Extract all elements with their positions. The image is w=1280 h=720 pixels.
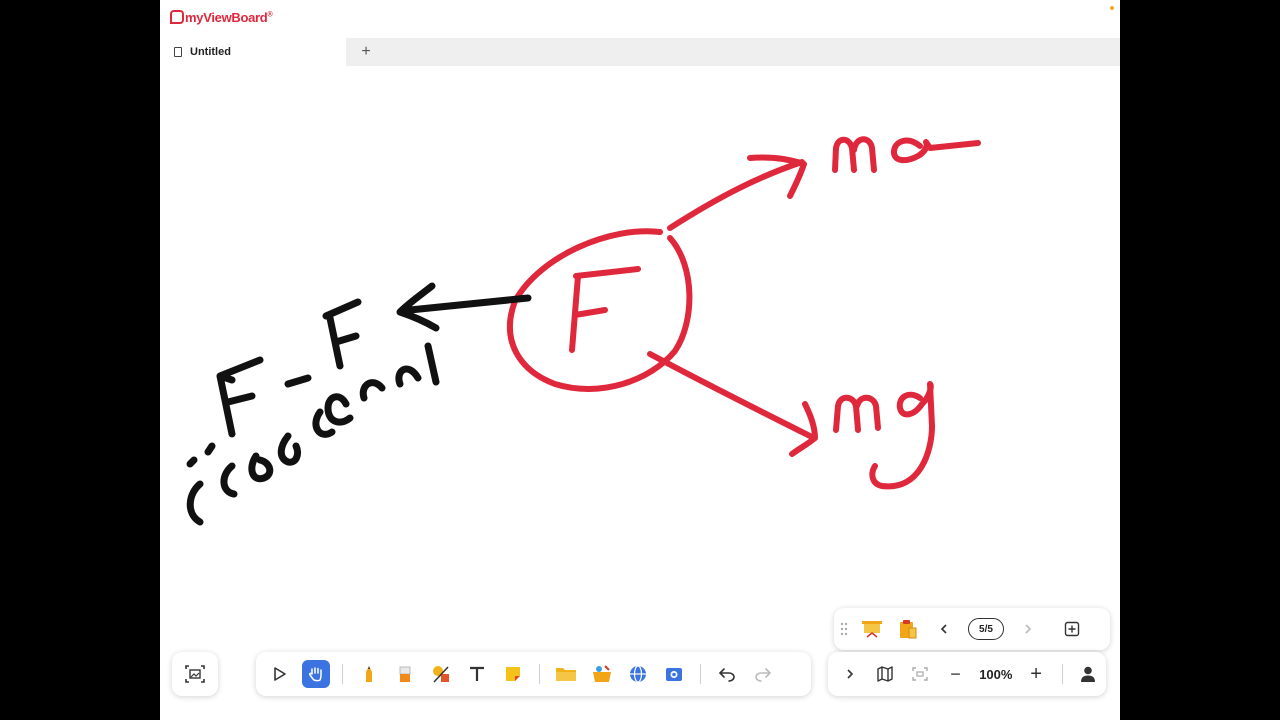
file-button[interactable] [552, 660, 580, 688]
title-bar: myViewBoard® [160, 0, 1120, 38]
select-arrow-icon [274, 667, 286, 681]
previous-page-button[interactable] [930, 615, 958, 643]
red-ink [507, 136, 981, 490]
camera-icon [666, 668, 682, 681]
whiteboard-window: myViewBoard® Untitled + 5/5 − 100% + [160, 0, 1120, 720]
expression-ff [216, 298, 362, 438]
logo-mark-icon [170, 10, 184, 24]
pen-tool-button[interactable] [355, 660, 383, 688]
tab-title: Untitled [190, 46, 231, 58]
label-ma [832, 136, 981, 173]
account-button[interactable] [1075, 660, 1102, 688]
user-icon [1081, 666, 1096, 682]
tab-untitled[interactable]: Untitled [160, 38, 346, 66]
chevron-right-icon [847, 669, 853, 679]
sticky-note-icon [506, 667, 520, 681]
image-frame-icon [185, 665, 205, 683]
app-logo: myViewBoard® [170, 10, 273, 25]
minimap-button[interactable] [871, 660, 898, 688]
page-indicator[interactable]: 5/5 [968, 618, 1004, 640]
arabic-motion [186, 432, 302, 526]
black-ink [186, 282, 532, 526]
fit-view-button[interactable] [181, 660, 209, 688]
camera-button[interactable] [660, 660, 688, 688]
eraser-icon [399, 666, 411, 682]
sticky-note-button[interactable] [499, 660, 527, 688]
brand-name: myViewBoard [185, 10, 268, 25]
map-icon [877, 666, 893, 682]
expand-panel-button[interactable] [836, 660, 863, 688]
zoom-out-button[interactable]: − [942, 660, 969, 688]
screen-capture-panel [172, 652, 218, 696]
new-tab-button[interactable]: + [356, 42, 376, 62]
chevron-left-icon [940, 624, 947, 634]
clipboard-button[interactable] [894, 615, 922, 643]
browser-button[interactable] [624, 660, 652, 688]
label-mg [833, 381, 935, 490]
page-navigation-panel: 5/5 [834, 608, 1110, 650]
toolbox-button[interactable] [588, 660, 616, 688]
text-tool-button[interactable] [463, 660, 491, 688]
fit-screen-icon [912, 667, 928, 681]
view-controls-panel: − 100% + [828, 652, 1106, 696]
window-status-dot [1110, 6, 1114, 10]
presentation-board-icon [862, 621, 882, 638]
folder-icon [556, 668, 576, 681]
text-t-icon [470, 666, 484, 681]
hand-tool-button[interactable] [302, 660, 330, 688]
arabic-friction [312, 342, 440, 438]
undo-button[interactable] [713, 660, 741, 688]
globe-icon [630, 665, 646, 683]
eraser-tool-button[interactable] [391, 660, 419, 688]
pen-icon [366, 666, 372, 682]
zoom-level: 100% [979, 666, 1013, 682]
zoom-in-button[interactable]: + [1022, 660, 1049, 688]
tab-bar: Untitled + [160, 38, 1120, 66]
letter-f-red [569, 266, 641, 353]
fit-screen-button[interactable] [907, 660, 934, 688]
clipboard-icon [900, 620, 917, 639]
document-icon [174, 47, 182, 57]
next-page-button[interactable] [1014, 615, 1042, 643]
toolbar-divider [539, 664, 540, 684]
plus-square-icon [1064, 621, 1080, 637]
drag-handle-icon[interactable] [840, 621, 848, 637]
brand-reg: ® [267, 11, 273, 19]
redo-button[interactable] [749, 660, 777, 688]
redo-icon [755, 668, 772, 682]
select-tool-button[interactable] [266, 660, 294, 688]
hand-icon [309, 667, 322, 682]
shape-tool-button[interactable] [427, 660, 455, 688]
undo-icon [718, 668, 735, 682]
shapes-icon [433, 666, 449, 683]
add-page-button[interactable] [1058, 615, 1086, 643]
chevron-right-icon [1025, 624, 1032, 634]
arrow-to-ma [667, 154, 807, 231]
main-toolbar [256, 652, 811, 696]
present-button[interactable] [858, 615, 886, 643]
toolbar-divider [342, 664, 343, 684]
toolbar-divider [1061, 664, 1063, 684]
toolbox-icon [593, 665, 611, 682]
arrow-to-mg [647, 351, 818, 457]
toolbar-divider [700, 664, 701, 684]
